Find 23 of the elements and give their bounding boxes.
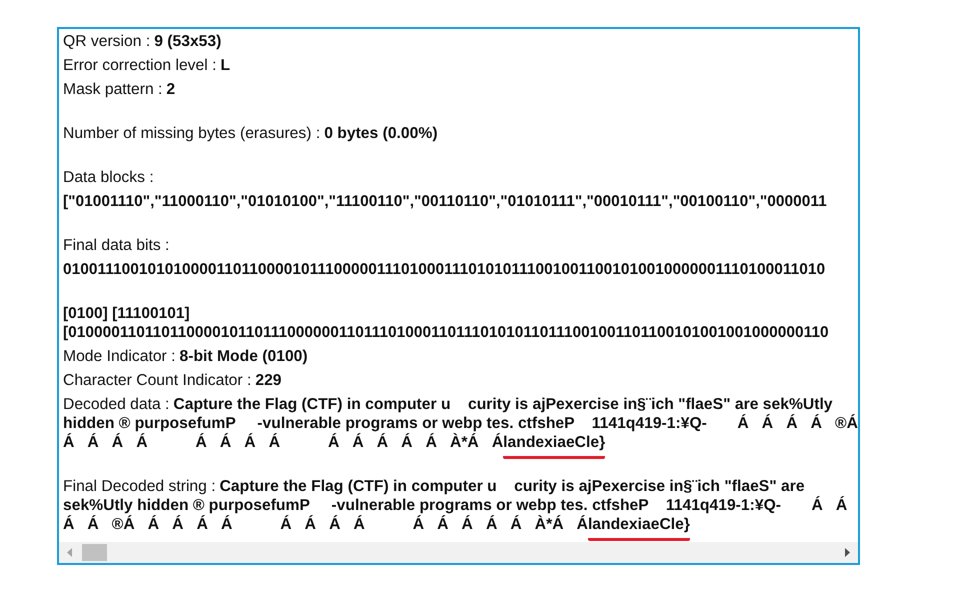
field-label: Number of missing bytes (erasures) : (63, 125, 320, 142)
field-label: QR version : (63, 33, 150, 50)
field-value: 2 (166, 81, 176, 98)
field-label: Error correction level : (63, 57, 216, 74)
field-label: Mask pattern : (63, 81, 162, 98)
field-value: ["01001110","11000110","01010100","11100110","00110110","01010111","00010111","00100110","0000011 (63, 193, 827, 210)
field-value: 229 (255, 372, 282, 389)
field-value: 0 bytes (0.00%) (324, 125, 438, 142)
field-value: 010011100101010000110110000101110000011101000111010101110010011001010010000001110100011010 (63, 261, 826, 278)
field-value: 8-bit Mode (0100) (180, 348, 308, 365)
field-value: L (220, 57, 230, 74)
field-value: 9 (53x53) (154, 33, 222, 50)
field-label: Data blocks : (63, 169, 154, 186)
left-arrow-icon[interactable] (67, 548, 72, 557)
decoded-text: Decoded data : Capture the Flag (CTF) in computer u curity is ajPexercise in§¨ich "flaeS" are sek%Utly hidden ® purposefumP -vulnerable programs or webp tes. ctfsheP 1141q419-1:¥Q- Á Á Á Á ®Á Á Á Á Á Á Á Á Á Á Á Á Á Á À*Á ÁlandexiaeCle} (63, 395, 858, 460)
bit-string: [010000110110110000101101110000001101110100011011101010110111001001101100101001001000000110 (63, 324, 829, 341)
scrollbar-thumb[interactable] (82, 544, 107, 561)
field-label: Character Count Indicator : (63, 372, 252, 389)
horizontal-scrollbar[interactable] (59, 542, 858, 563)
bit-string: [0100] [11100101] (63, 305, 190, 322)
field-label: Final data bits : (63, 237, 170, 254)
field-label: Mode Indicator : (63, 348, 176, 365)
right-arrow-icon[interactable] (845, 548, 850, 557)
